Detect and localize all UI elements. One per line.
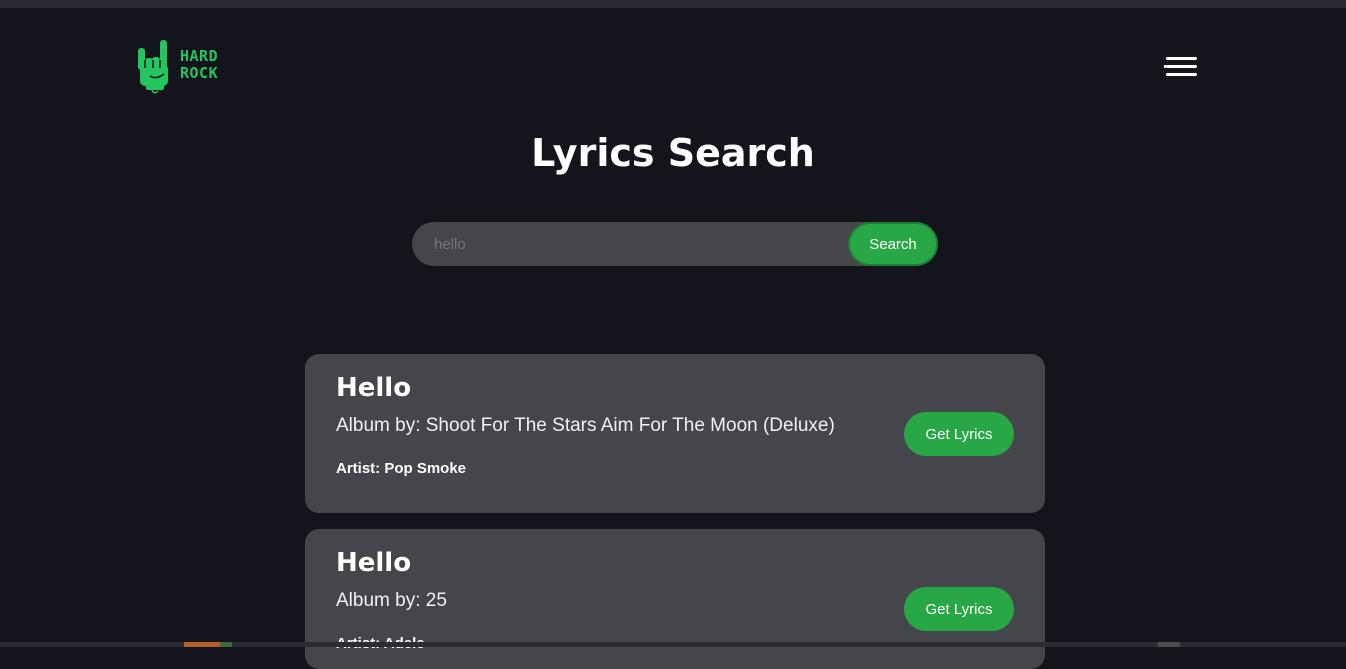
- song-title: Hello: [336, 548, 412, 578]
- logo-text: HARD ROCK: [180, 48, 218, 82]
- page-title: Lyrics Search: [531, 131, 815, 175]
- logo-line-2: ROCK: [180, 64, 219, 82]
- browser-top-bar: [0, 0, 1346, 8]
- get-lyrics-button[interactable]: Get Lyrics: [904, 412, 1014, 456]
- album-text: Album by: Shoot For The Stars Aim For Th…: [336, 415, 835, 436]
- taskbar-item[interactable]: [220, 642, 232, 647]
- artist-text: Artist: Pop Smoke: [336, 460, 467, 477]
- search-button[interactable]: Search: [848, 222, 938, 266]
- taskbar-item[interactable]: [1158, 642, 1180, 647]
- get-lyrics-button[interactable]: Get Lyrics: [904, 587, 1014, 631]
- result-card: Hello Album by: 25 Artist: Adele Get Lyr…: [305, 529, 1045, 669]
- hamburger-menu-icon[interactable]: [1164, 54, 1198, 80]
- album-text: Album by: 25: [336, 590, 447, 611]
- result-card: Hello Album by: Shoot For The Stars Aim …: [305, 354, 1045, 513]
- logo-line-1: HARD: [180, 47, 219, 65]
- hard-rock-logo[interactable]: HARD ROCK: [136, 38, 226, 96]
- taskbar-item[interactable]: [184, 642, 220, 647]
- song-title: Hello: [336, 373, 412, 403]
- rock-hand-icon: [138, 40, 168, 94]
- search-input[interactable]: [412, 222, 854, 266]
- search-bar: Search: [412, 222, 938, 266]
- taskbar-strip: [0, 642, 1346, 647]
